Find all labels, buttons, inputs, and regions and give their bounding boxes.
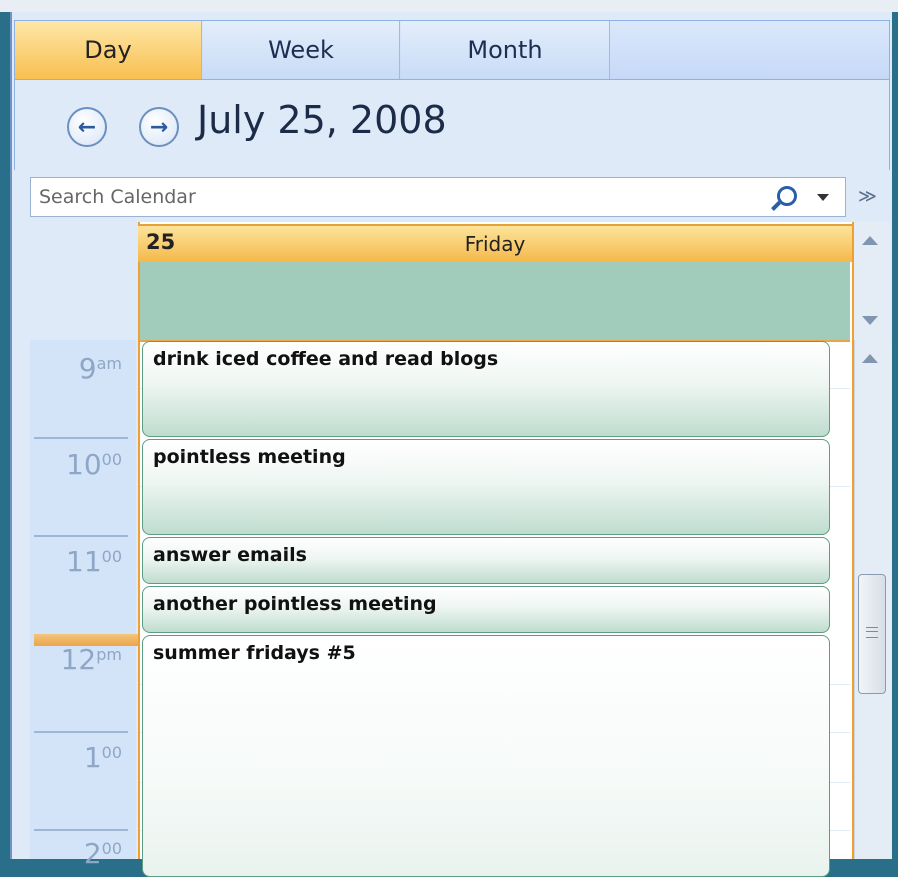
calendar-event[interactable]: pointless meeting [142, 439, 830, 535]
tab-week[interactable]: Week [203, 21, 400, 79]
previous-day-button[interactable]: ← [67, 107, 107, 147]
event-title: pointless meeting [153, 446, 346, 468]
calendar-event[interactable]: another pointless meeting [142, 586, 830, 633]
all-day-events-area[interactable] [140, 262, 850, 342]
day-name: Friday [464, 232, 526, 256]
calendar-event[interactable]: summer fridays #5 [142, 635, 830, 877]
hour-label-11: 1100 [66, 545, 122, 578]
time-separator [34, 535, 128, 537]
window-top-strip [0, 0, 898, 12]
view-tabs: Day Week Month [14, 20, 890, 80]
arrow-left-icon: ← [77, 114, 97, 140]
grip-icon [866, 627, 878, 638]
next-day-button[interactable]: → [139, 107, 179, 147]
event-title: answer emails [153, 544, 307, 566]
time-separator [34, 829, 128, 831]
event-title: summer fridays #5 [153, 642, 356, 664]
scroll-up-arrow-icon[interactable] [862, 354, 878, 363]
search-bar [30, 177, 846, 217]
calendar-event[interactable]: drink iced coffee and read blogs [142, 341, 830, 437]
event-title: another pointless meeting [153, 593, 437, 615]
hour-label-1: 100 [83, 741, 122, 774]
hour-label-9am: 9am [78, 352, 122, 385]
search-icon[interactable] [777, 186, 797, 206]
arrow-right-icon: → [149, 114, 169, 140]
day-header[interactable]: 25 Friday [138, 224, 852, 262]
time-separator [34, 437, 128, 439]
tab-day[interactable]: Day [15, 21, 202, 79]
hour-label-2: 200 [83, 837, 122, 870]
hour-label-10: 1000 [66, 448, 122, 481]
search-input[interactable] [37, 184, 741, 210]
hour-label-12pm: 12pm [60, 643, 122, 676]
expand-chevron-icon[interactable]: ≫ [858, 186, 877, 207]
all-day-time-gutter [30, 222, 136, 340]
date-header: ← → July 25, 2008 [14, 80, 890, 170]
search-dropdown-icon[interactable] [817, 194, 829, 201]
calendar-event[interactable]: answer emails [142, 537, 830, 584]
current-date-title: July 25, 2008 [197, 98, 447, 142]
scroll-up-arrow-icon[interactable] [862, 236, 878, 245]
scroll-down-arrow-icon[interactable] [862, 316, 878, 325]
tab-month[interactable]: Month [401, 21, 610, 79]
event-title: drink iced coffee and read blogs [153, 348, 499, 370]
scrollbar-thumb[interactable] [858, 574, 886, 694]
time-separator [34, 731, 128, 733]
